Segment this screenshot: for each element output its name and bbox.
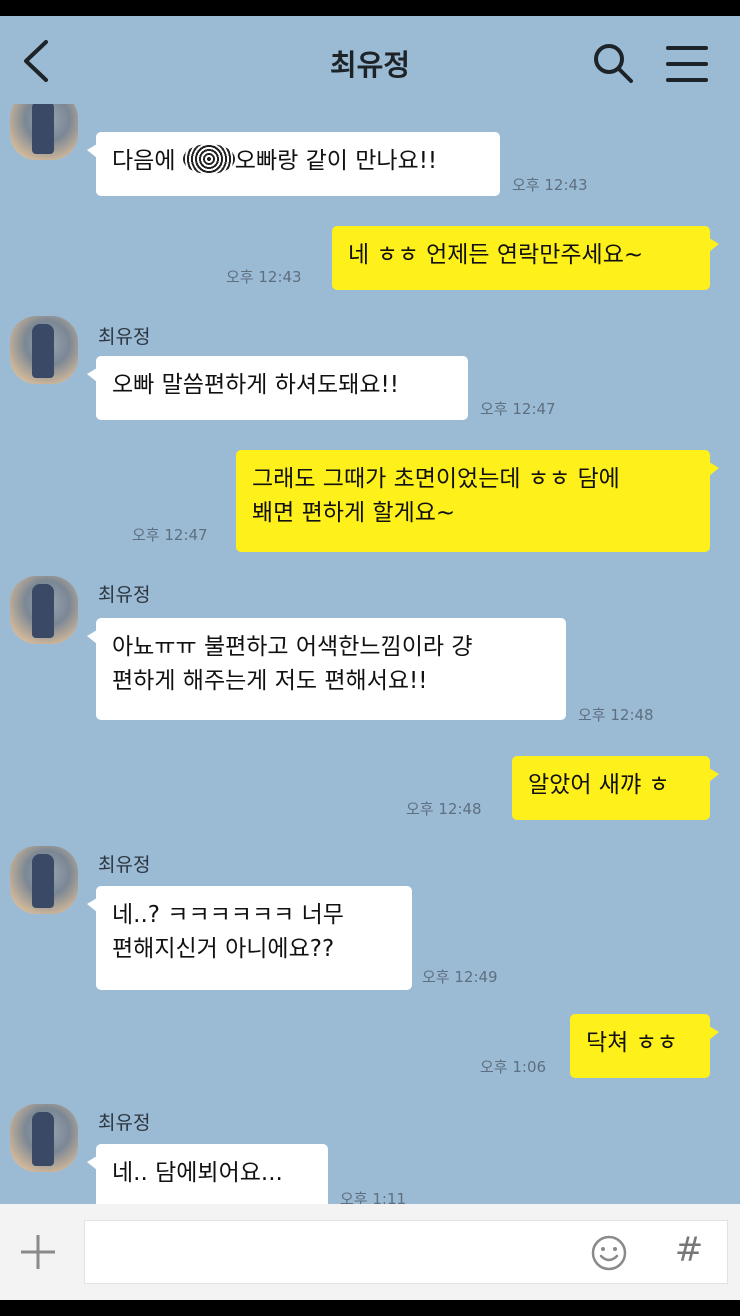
sender-name: 최유정: [98, 326, 151, 348]
message-time: 오후 12:49: [422, 968, 498, 986]
message-bubble-outgoing[interactable]: 네 ㅎㅎ 언제든 연락만주세요~: [332, 226, 719, 290]
sender-name: 최유정: [98, 1112, 151, 1134]
message-time: 오후 12:47: [132, 526, 208, 544]
avatar[interactable]: [10, 316, 78, 384]
menu-button[interactable]: [664, 42, 710, 86]
top-bar: 최유정: [0, 16, 740, 104]
message-input-bar: #: [0, 1204, 740, 1300]
chat-screen: 최유정 다음에 오빠랑 같이 만나요!! 오후 12:43 오후 12:43 네…: [0, 16, 740, 1300]
message-input[interactable]: [84, 1220, 728, 1284]
message-time: 오후 12:48: [406, 800, 482, 818]
message-time: 오후 1:06: [480, 1058, 547, 1076]
message-bubble-outgoing[interactable]: 알았어 새꺄 ㅎ: [512, 756, 719, 820]
hashtag-button[interactable]: #: [672, 1228, 706, 1272]
plus-icon: [21, 1235, 55, 1269]
message-bubble-incoming[interactable]: 네..? ㅋㅋㅋㅋㅋㅋ 너무 편해지신거 아니에요??: [87, 886, 412, 990]
scribble-redaction: [182, 144, 235, 174]
message-bubble-outgoing[interactable]: 닥쳐 ㅎㅎ: [570, 1014, 719, 1078]
message-bubble-incoming[interactable]: 다음에 오빠랑 같이 만나요!!: [87, 132, 500, 196]
search-icon: [594, 44, 633, 83]
message-time: 오후 12:47: [480, 400, 556, 418]
message-list[interactable]: 다음에 오빠랑 같이 만나요!! 오후 12:43 오후 12:43 네 ㅎㅎ …: [0, 92, 740, 1208]
emoji-button[interactable]: [590, 1234, 628, 1272]
message-time: 오후 12:43: [512, 176, 588, 194]
hamburger-menu-icon: [666, 46, 708, 82]
message-bubble-incoming[interactable]: 아뇨ㅠㅠ 불편하고 어색한느낌이라 걍 편하게 해주는게 저도 편해서요!!: [87, 618, 566, 720]
attach-button[interactable]: [18, 1232, 58, 1272]
message-bubble-incoming[interactable]: 네.. 담에뵈어요...: [87, 1144, 328, 1208]
message-time: 오후 12:48: [578, 706, 654, 724]
avatar[interactable]: [10, 1104, 78, 1172]
sender-name: 최유정: [98, 854, 151, 876]
avatar[interactable]: [10, 846, 78, 914]
sender-name: 최유정: [98, 584, 151, 606]
message-bubble-outgoing[interactable]: 그래도 그때가 초면이었는데 ㅎㅎ 담에 봬면 편하게 할게요~: [236, 450, 719, 552]
avatar[interactable]: [10, 576, 78, 644]
smiley-icon: [591, 1235, 627, 1271]
search-button[interactable]: [590, 40, 636, 86]
message-bubble-incoming[interactable]: 오빠 말씀편하게 하셔도돼요!!: [87, 356, 468, 420]
message-time: 오후 12:43: [226, 268, 302, 286]
